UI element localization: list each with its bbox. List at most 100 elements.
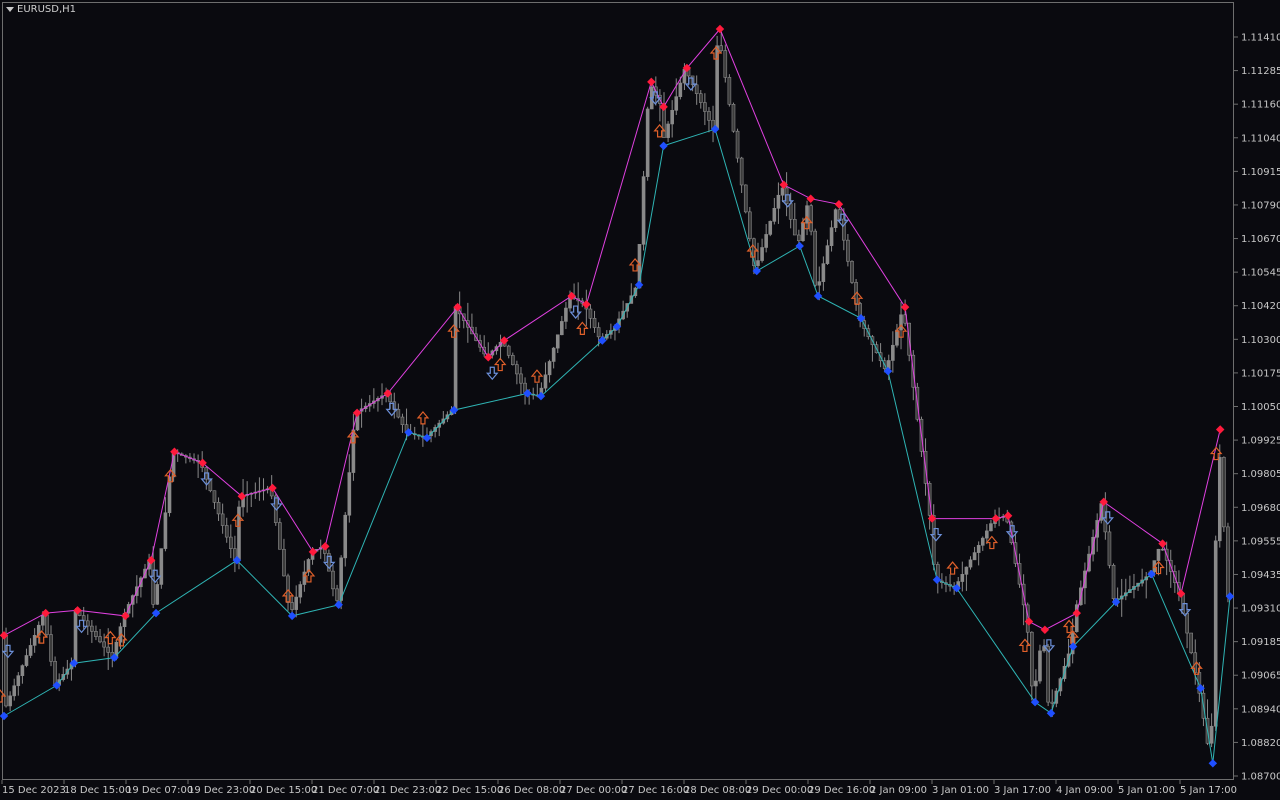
candle-body [1189,632,1193,654]
candle-body [1111,564,1116,599]
sell-arrow-icon [485,366,499,381]
chart-menu-triangle-icon[interactable] [6,7,14,12]
candle-body [102,641,106,648]
candle-body [703,102,707,112]
y-tick-label: 1.09185 [1241,637,1280,648]
y-tick-label: 1.09310 [1241,604,1280,615]
candle-body [719,45,724,51]
swing-high-marker [1072,608,1081,618]
candle-body [760,247,764,261]
x-tick-label: 29 Dec 16:00 [808,785,875,796]
candle-body [564,307,568,322]
candle-body [1185,613,1189,634]
candle-body [510,355,515,365]
candle-body [343,514,348,559]
swing-high-marker [1003,511,1013,521]
candle-body [351,429,356,473]
candle-body [723,50,728,78]
candle-body [151,559,155,605]
candle-body [506,345,511,356]
candle-body [588,308,593,319]
candle-body [821,263,826,282]
candle-body [797,234,801,242]
candle-body [53,661,57,686]
candle-body [592,317,597,328]
y-tick-label: 1.10915 [1241,167,1280,178]
sell-arrow-icon [569,305,582,319]
candle-body [829,227,834,246]
candle-body [515,364,519,375]
candle-body [220,513,225,526]
candle-body [24,655,29,666]
y-tick-label: 1.09925 [1241,436,1280,447]
candle-body [278,522,282,550]
zigzag-low-line [3,128,1231,764]
candle-body [792,219,797,236]
candle-body [772,208,777,222]
candle-body [159,548,164,585]
candle-body [731,104,736,132]
y-tick-label: 1.09065 [1241,671,1280,682]
candle-body [776,194,781,209]
candle-body [846,239,850,262]
candle-body [813,230,818,286]
candle-body [1107,531,1112,566]
candle-body [282,548,286,577]
candle-body [756,260,760,266]
swing-high-marker [647,77,656,87]
candle-body [551,347,556,362]
x-tick-label: 22 Dec 15:00 [436,785,503,796]
candle-body [290,602,294,610]
candle-body [1213,540,1218,727]
y-tick-label: 1.10175 [1241,368,1280,379]
x-tick-label: 27 Dec 16:00 [622,785,689,796]
candle-body [674,96,679,111]
y-tick-label: 1.10300 [1241,335,1280,346]
swing-low-marker [932,575,942,584]
candle-body [735,130,740,159]
candle-body [339,557,343,601]
y-tick-label: 1.09555 [1241,536,1280,547]
candle-body [49,634,53,662]
x-tick-label: 27 Dec 00:00 [560,785,627,796]
x-tick-label: 20 Dec 15:00 [250,785,317,796]
candle-body [1046,646,1050,703]
candle-body [212,490,217,503]
swing-high-marker [659,102,668,112]
candle-body [891,344,895,361]
y-tick-label: 1.11040 [1241,133,1280,144]
buy-arrow-icon [493,357,507,372]
y-tick-label: 1.10420 [1241,301,1280,312]
candle-body [90,625,94,632]
candle-body [972,552,977,561]
candle-body [347,472,352,516]
candle-body [968,559,973,568]
candle-body [331,570,335,590]
candle-body [989,523,993,532]
candle-body [899,314,903,331]
y-tick-label: 1.09435 [1241,570,1280,581]
y-tick-label: 1.08820 [1241,738,1280,749]
candle-body [698,93,703,103]
candle-body [805,205,809,224]
buy-arrow-icon [104,630,117,645]
candle-body [8,695,12,707]
candle-body [1029,631,1034,687]
x-tick-label: 4 Jan 09:00 [1056,785,1113,796]
candle-body [1050,701,1055,704]
buy-arrow-icon [946,561,959,575]
candle-body [842,218,846,241]
x-tick-label: 28 Dec 08:00 [684,785,751,796]
chart-title[interactable]: EURUSD,H1 [6,4,76,15]
candle-body [94,631,98,637]
swing-high-marker [1215,425,1225,434]
candle-body [400,416,405,425]
x-tick-label: 29 Dec 00:00 [746,785,813,796]
x-tick-label: 18 Dec 15:00 [64,785,131,796]
candle-body [666,123,670,138]
candle-body [645,108,650,177]
candle-body [1156,548,1161,561]
candle-body [560,321,564,336]
candle-body [453,306,458,411]
price-chart[interactable]: 1.11410 1.11285 1.11160 1.11040 1.10915 1.107… [0,0,1280,800]
